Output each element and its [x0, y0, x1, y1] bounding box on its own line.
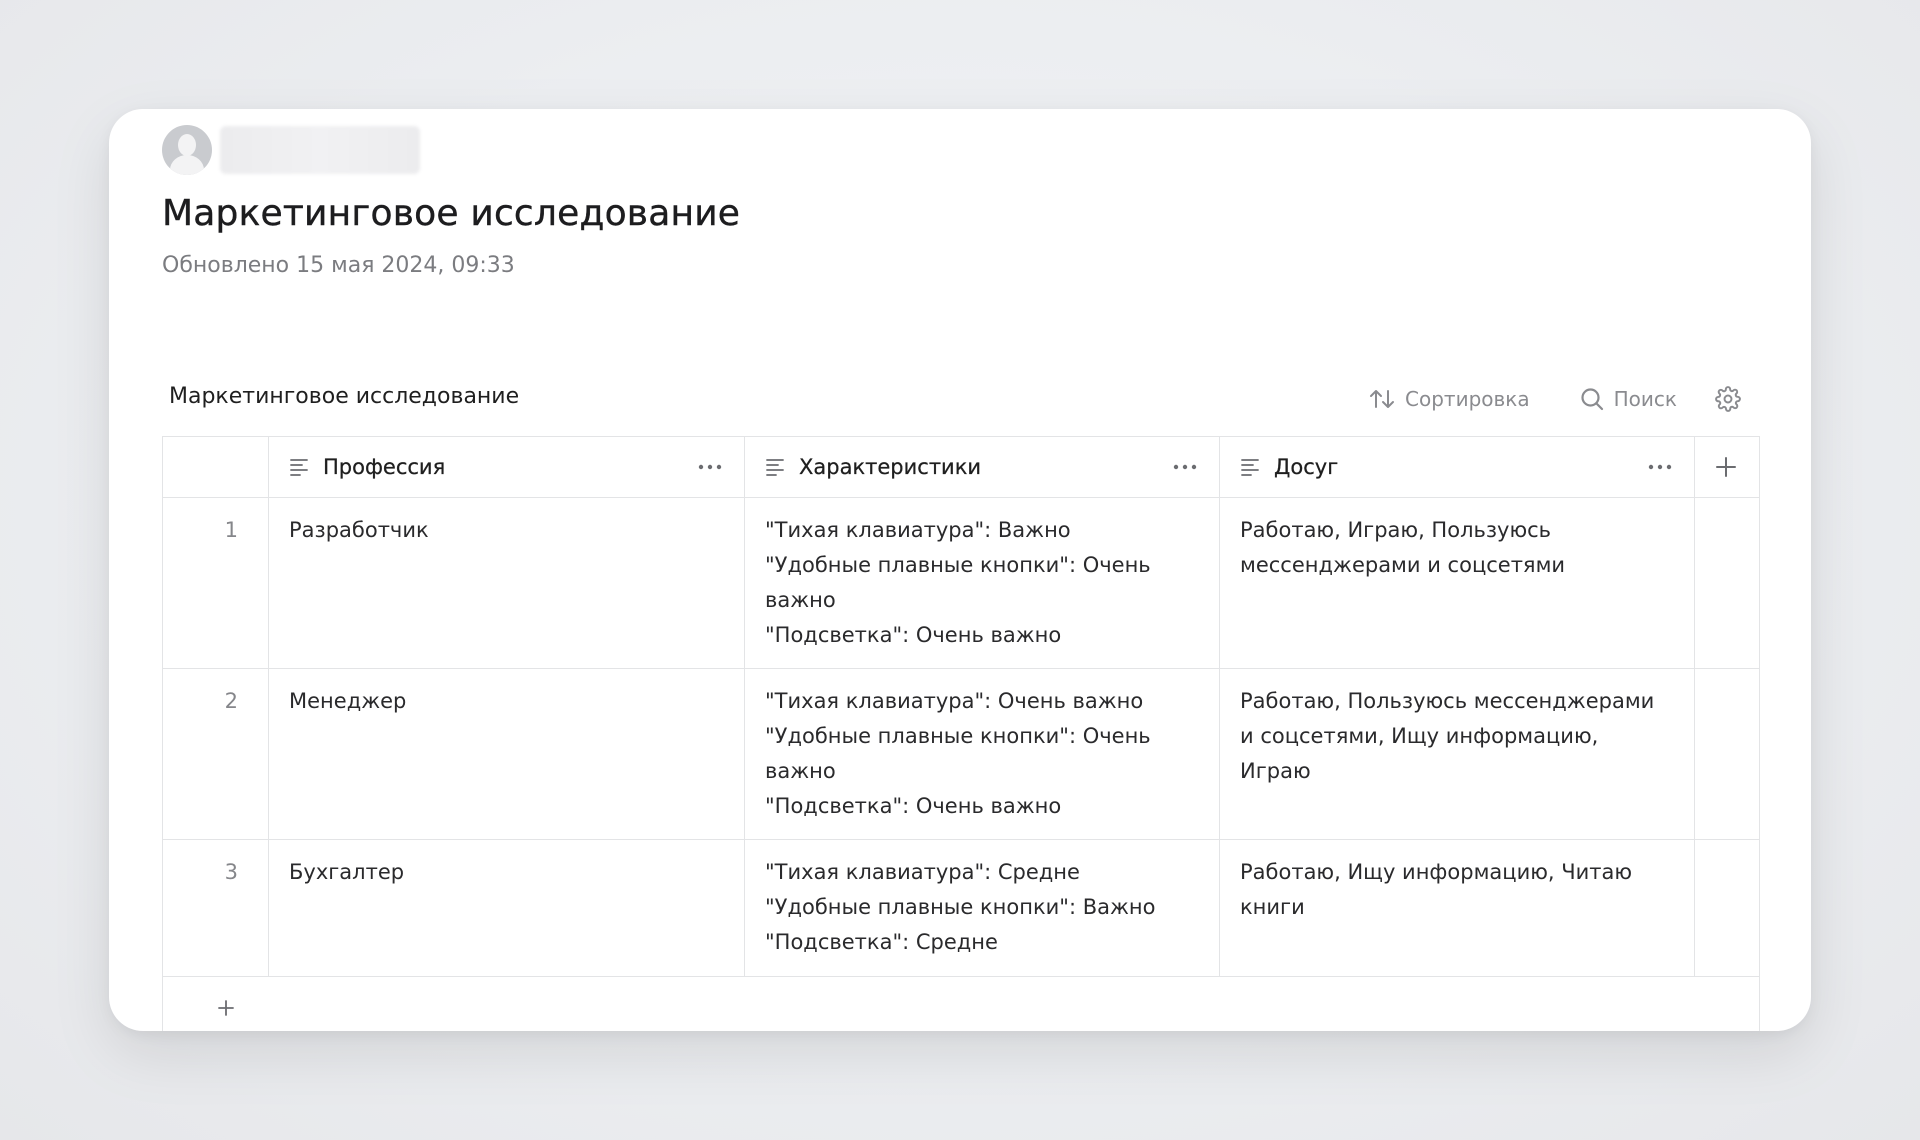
- more-dots-icon[interactable]: [1173, 464, 1197, 470]
- more-dots-icon[interactable]: [698, 464, 722, 470]
- text-column-icon: [1241, 459, 1259, 476]
- table-row[interactable]: 3 Бухгалтер "Тихая клавиатура": Средне "…: [163, 839, 1759, 976]
- row-number: 1: [163, 498, 269, 668]
- table-header-row: Профессия Характеристики Досуг: [163, 436, 1759, 497]
- add-row-button[interactable]: [211, 993, 241, 1023]
- cell-line: "Тихая клавиатура": Очень важно: [765, 689, 1144, 713]
- column-label-leisure: Досуг: [1274, 454, 1339, 479]
- more-dots-icon[interactable]: [1648, 464, 1672, 470]
- cell-line: книги: [1240, 895, 1305, 919]
- cell-characteristics[interactable]: "Тихая клавиатура": Средне "Удобные плав…: [745, 840, 1220, 976]
- user-avatar-icon[interactable]: [162, 125, 212, 175]
- row-spacer-cell: [1695, 840, 1757, 976]
- cell-leisure[interactable]: Работаю, Ищу информацию, Читаю книги: [1220, 840, 1695, 976]
- row-spacer-cell: [1695, 498, 1757, 668]
- cell-line: мессенджерами и соцсетями: [1240, 553, 1566, 577]
- cell-line: "Удобные плавные кнопки": Очень: [765, 724, 1151, 748]
- cell-line: "Тихая клавиатура": Важно: [765, 518, 1071, 542]
- table-title: Маркетинговое исследование: [169, 384, 520, 409]
- cell-characteristics[interactable]: "Тихая клавиатура": Важно "Удобные плавн…: [745, 498, 1220, 668]
- search-button[interactable]: Поиск: [1580, 387, 1677, 411]
- cell-line: Работаю, Ищу информацию, Читаю: [1240, 860, 1633, 884]
- row-number: 2: [163, 669, 269, 839]
- sort-icon: [1370, 390, 1395, 408]
- plus-icon: [218, 1000, 234, 1016]
- cell-line: "Тихая клавиатура": Средне: [765, 860, 1080, 884]
- updated-timestamp: Обновлено 15 мая 2024, 09:33: [162, 253, 515, 278]
- column-label-characteristics: Характеристики: [799, 454, 982, 479]
- page-title: Маркетинговое исследование: [162, 193, 741, 234]
- cell-line: и соцсетями, Ищу информацию,: [1240, 724, 1599, 748]
- header-num-cell: [163, 437, 269, 497]
- search-label: Поиск: [1613, 387, 1677, 411]
- cell-line: важно: [765, 588, 836, 612]
- cell-line: "Удобные плавные кнопки": Важно: [765, 895, 1156, 919]
- cell-line: "Подсветка": Средне: [765, 930, 998, 954]
- sort-label: Сортировка: [1405, 387, 1530, 411]
- column-header-leisure[interactable]: Досуг: [1220, 437, 1695, 497]
- cell-line: "Подсветка": Очень важно: [765, 794, 1062, 818]
- avatar-shoulders: [170, 155, 204, 175]
- column-label-profession: Профессия: [323, 454, 446, 479]
- add-column-cell: [1695, 437, 1757, 497]
- cell-profession[interactable]: Разработчик: [269, 498, 745, 668]
- plus-icon: [1716, 457, 1736, 477]
- add-row-bar: [163, 976, 1759, 1031]
- data-table: Профессия Характеристики Досуг 1 Разрабо…: [162, 436, 1760, 1031]
- backdrop: Маркетинговое исследование Обновлено 15 …: [0, 0, 1920, 1140]
- add-column-button[interactable]: [1695, 437, 1757, 497]
- cell-line: "Подсветка": Очень важно: [765, 623, 1062, 647]
- cell-line: Работаю, Играю, Пользуюсь: [1240, 518, 1552, 542]
- column-header-characteristics[interactable]: Характеристики: [745, 437, 1220, 497]
- cell-line: Играю: [1240, 759, 1311, 783]
- row-number: 3: [163, 840, 269, 976]
- gear-icon: [1715, 386, 1741, 412]
- cell-line: "Удобные плавные кнопки": Очень: [765, 553, 1151, 577]
- table-row[interactable]: 2 Менеджер "Тихая клавиатура": Очень важ…: [163, 668, 1759, 839]
- cell-leisure[interactable]: Работаю, Играю, Пользуюсь мессенджерами …: [1220, 498, 1695, 668]
- text-column-icon: [290, 459, 308, 476]
- table-toolbar: Сортировка Поиск: [1369, 377, 1741, 421]
- cell-line: Работаю, Пользуюсь мессенджерами: [1240, 689, 1655, 713]
- sort-button[interactable]: Сортировка: [1369, 387, 1530, 411]
- avatar-head: [178, 134, 196, 156]
- cell-leisure[interactable]: Работаю, Пользуюсь мессенджерами и соцсе…: [1220, 669, 1695, 839]
- author-name-blurred[interactable]: [220, 126, 420, 174]
- cell-characteristics[interactable]: "Тихая клавиатура": Очень важно "Удобные…: [745, 669, 1220, 839]
- column-header-profession[interactable]: Профессия: [269, 437, 745, 497]
- row-spacer-cell: [1695, 669, 1757, 839]
- cell-profession[interactable]: Бухгалтер: [269, 840, 745, 976]
- author-block: [162, 124, 420, 176]
- cell-line: важно: [765, 759, 836, 783]
- text-column-icon: [766, 459, 784, 476]
- settings-button[interactable]: [1715, 386, 1741, 412]
- cell-profession[interactable]: Менеджер: [269, 669, 745, 839]
- search-icon: [1581, 388, 1603, 411]
- table-row[interactable]: 1 Разработчик "Тихая клавиатура": Важно …: [163, 497, 1759, 668]
- document-card: Маркетинговое исследование Обновлено 15 …: [109, 109, 1811, 1031]
